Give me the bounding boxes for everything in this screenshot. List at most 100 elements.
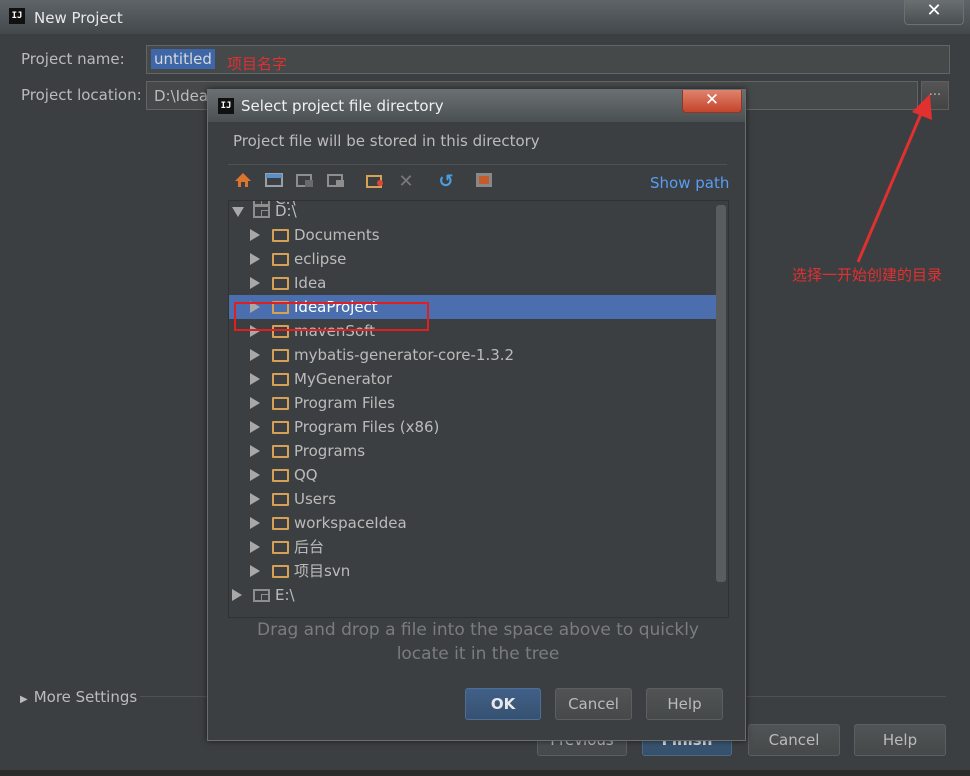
- tree-row-folder[interactable]: Users: [229, 487, 717, 511]
- tree-row-drive-d[interactable]: D:\: [229, 201, 717, 223]
- divider: [228, 164, 727, 165]
- select-directory-dialog: IJ Select project file directory ✕ Proje…: [207, 89, 746, 741]
- project-location-label: Project location:: [21, 86, 142, 104]
- expand-icon[interactable]: [250, 493, 260, 505]
- module-icon[interactable]: [325, 171, 347, 193]
- annotation-project-name: 项目名字: [227, 55, 288, 73]
- window-titlebar: IJ New Project ✕: [0, 0, 970, 34]
- tree-row-folder[interactable]: Program Files: [229, 391, 717, 415]
- folder-icon: [272, 253, 289, 266]
- tree-label: eclipse: [294, 250, 347, 268]
- tree-row-folder[interactable]: MyGenerator: [229, 367, 717, 391]
- tree-scrollbar-thumb[interactable]: [716, 205, 726, 582]
- window-cancel-button[interactable]: Cancel: [748, 724, 840, 756]
- folder-icon: [272, 349, 289, 362]
- folder-icon: [272, 469, 289, 482]
- show-path-link[interactable]: Show path: [650, 174, 729, 192]
- window-close-button[interactable]: ✕: [904, 0, 964, 25]
- intellij-app-icon: IJ: [218, 98, 234, 114]
- dialog-titlebar: IJ Select project file directory ✕: [208, 90, 745, 122]
- folder-icon: [272, 421, 289, 434]
- dialog-description: Project file will be stored in this dire…: [233, 132, 540, 150]
- tree-label: 项目svn: [294, 562, 351, 580]
- window-help-button[interactable]: Help: [854, 724, 946, 756]
- folder-icon: [272, 445, 289, 458]
- tree-label: E:\: [275, 586, 295, 604]
- expand-right-icon: ▶: [20, 694, 28, 705]
- tree-label: Idea: [294, 274, 327, 292]
- tree-row-folder[interactable]: 项目svn: [229, 559, 717, 583]
- folder-icon: [272, 277, 289, 290]
- window-bottom-edge: [0, 770, 970, 776]
- intellij-app-icon: IJ: [9, 8, 25, 24]
- drop-hint-line: locate it in the tree: [396, 644, 560, 664]
- project-name-value: untitled: [151, 49, 215, 69]
- folder-icon: [272, 517, 289, 530]
- dialog-help-button[interactable]: Help: [646, 688, 723, 720]
- new-folder-icon[interactable]: [364, 171, 386, 193]
- drop-hint: Drag and drop a file into the space abov…: [238, 618, 718, 666]
- expand-icon[interactable]: [250, 421, 260, 433]
- more-settings-label: More Settings: [33, 688, 138, 706]
- more-settings-toggle[interactable]: ▶ More Settings: [20, 688, 137, 706]
- folder-icon: [272, 493, 289, 506]
- tree-row-folder[interactable]: Idea: [229, 271, 717, 295]
- tree-row-folder[interactable]: Documents: [229, 223, 717, 247]
- expand-icon[interactable]: [250, 397, 260, 409]
- tree-row-folder[interactable]: QQ: [229, 463, 717, 487]
- tree-label: Programs: [294, 442, 366, 460]
- expand-icon[interactable]: [250, 445, 260, 457]
- tree-label: Program Files (x86): [294, 418, 440, 436]
- drive-icon: [253, 589, 270, 602]
- tree-label: mybatis-generator-core-1.3.2: [294, 346, 515, 364]
- tree-label: 后台: [294, 538, 325, 556]
- tree-label: Users: [294, 490, 337, 508]
- tree-row-drive-e[interactable]: E:\: [229, 583, 717, 607]
- expand-icon[interactable]: [250, 469, 260, 481]
- folder-icon: [272, 397, 289, 410]
- delete-icon[interactable]: ✕: [395, 171, 417, 193]
- tree-label: Documents: [294, 226, 380, 244]
- directory-tree[interactable]: C:\ D:\ DocumentseclipseIdeaIdeaProjectm…: [228, 200, 729, 618]
- collapse-icon[interactable]: [232, 207, 244, 217]
- expand-icon[interactable]: [250, 565, 260, 577]
- tree-row-folder[interactable]: workspaceIdea: [229, 511, 717, 535]
- tree-row-folder[interactable]: mybatis-generator-core-1.3.2: [229, 343, 717, 367]
- drop-hint-line: Drag and drop a file into the space abov…: [256, 620, 699, 640]
- dialog-cancel-button[interactable]: Cancel: [555, 688, 632, 720]
- expand-icon[interactable]: [250, 373, 260, 385]
- dialog-close-button[interactable]: ✕: [682, 90, 742, 113]
- annotation-highlight-box: [234, 302, 429, 331]
- tree-row-folder[interactable]: 后台: [229, 535, 717, 559]
- folder-icon: [272, 373, 289, 386]
- tree-row-folder[interactable]: Programs: [229, 439, 717, 463]
- drive-icon: [253, 205, 270, 218]
- tree-label: workspaceIdea: [294, 514, 407, 532]
- tree-label: MyGenerator: [294, 370, 392, 388]
- expand-icon[interactable]: [250, 349, 260, 361]
- refresh-icon[interactable]: ↺: [435, 171, 457, 193]
- expand-icon[interactable]: [250, 277, 260, 289]
- expand-icon[interactable]: [250, 253, 260, 265]
- tree-row-folder[interactable]: eclipse: [229, 247, 717, 271]
- window-title: New Project: [34, 9, 123, 27]
- tree-label: QQ: [294, 466, 318, 484]
- project-icon[interactable]: [294, 171, 316, 193]
- tree-label: Program Files: [294, 394, 395, 412]
- tree-row-folder[interactable]: Program Files (x86): [229, 415, 717, 439]
- dialog-title: Select project file directory: [241, 97, 444, 115]
- ok-button[interactable]: OK: [465, 688, 541, 720]
- expand-icon[interactable]: [250, 229, 260, 241]
- home-icon[interactable]: [232, 171, 254, 193]
- project-name-label: Project name:: [21, 50, 125, 68]
- annotation-arrow-icon: [856, 94, 932, 263]
- expand-icon[interactable]: [250, 541, 260, 553]
- folder-icon: [272, 541, 289, 554]
- toggle-hidden-icon[interactable]: [473, 171, 495, 193]
- folder-icon: [272, 565, 289, 578]
- expand-icon[interactable]: [250, 517, 260, 529]
- folder-icon: [272, 229, 289, 242]
- project-location-value: D:\Idea: [154, 87, 209, 105]
- desktop-icon[interactable]: [263, 171, 285, 193]
- expand-icon[interactable]: [232, 589, 242, 601]
